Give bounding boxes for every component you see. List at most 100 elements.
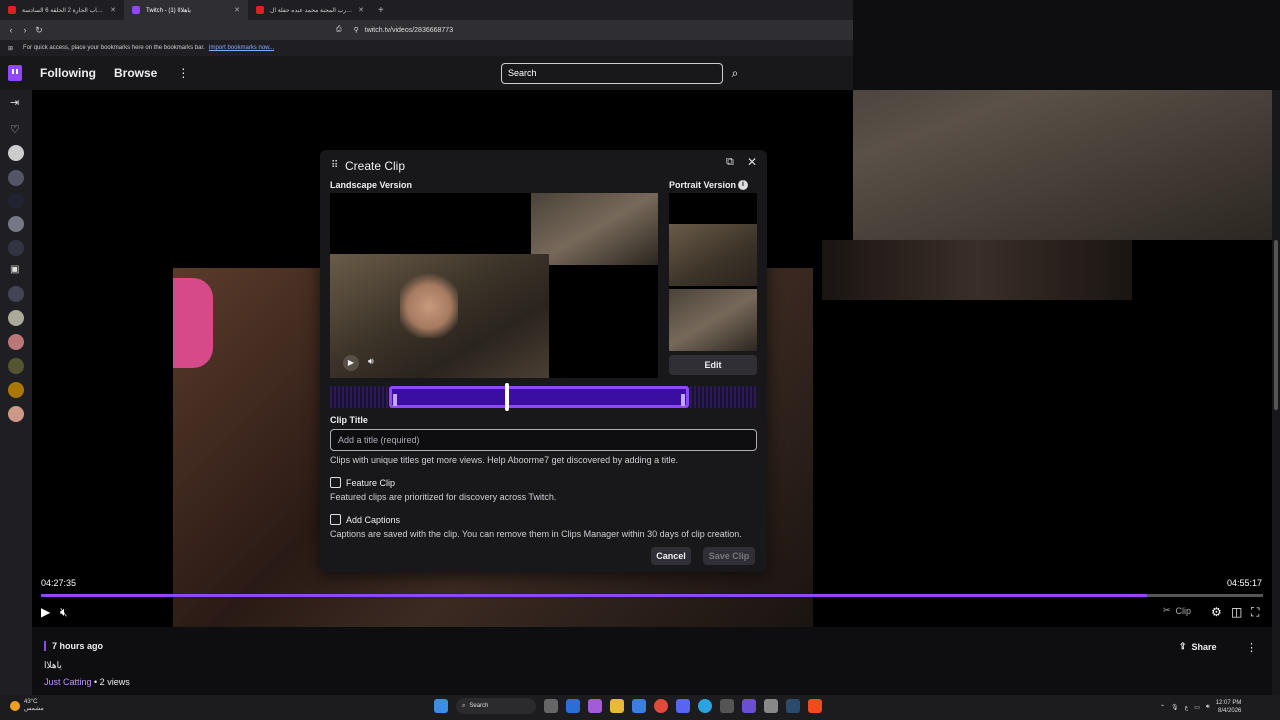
channel-avatar[interactable] [8,170,24,186]
add-captions-checkbox[interactable] [330,514,341,525]
search-input[interactable]: Search [501,63,723,84]
nav-following[interactable]: Following [40,66,96,80]
settings-gear-icon[interactable]: ⚙ [1211,605,1222,619]
mute-icon[interactable]: 🔇︎ [60,605,68,620]
windows-taskbar: 43°C مشمس ⌕ Search ⌃ 🎙︎ ع ▭ 🔊︎ 12:07 PM … [0,695,1280,720]
apps-grid-icon[interactable]: ⊞ [8,45,13,52]
steam-icon[interactable] [786,699,800,713]
create-clip-modal: ⠿ Create Clip ⧉ ✕ Landscape Version Port… [320,150,767,572]
feature-clip-row[interactable]: Feature Clip [330,477,395,488]
windows-start-icon[interactable] [434,699,448,713]
save-clip-button[interactable]: Save Clip [703,547,755,565]
twitch-logo-icon[interactable] [8,65,22,81]
clip-title-input[interactable] [330,429,757,451]
search-icon[interactable]: ⌕ [726,63,744,84]
task-view-icon[interactable] [544,699,558,713]
import-bookmarks-link[interactable]: Import bookmarks now... [209,45,274,51]
fullscreen-icon[interactable]: ⛶ [1251,605,1259,620]
clip-label: Clip [1175,605,1192,616]
page-scrollbar[interactable] [1272,90,1280,695]
app-icon[interactable] [764,699,778,713]
expand-sidebar-icon[interactable]: ⇥ [10,96,19,109]
volume-icon[interactable]: 🔊︎ [1206,704,1210,711]
channel-avatar[interactable] [8,382,24,398]
copilot-icon[interactable] [588,699,602,713]
clip-button[interactable]: ✂ Clip [1163,605,1191,616]
mic-icon[interactable]: 🎙︎ [1171,704,1179,711]
more-options-icon[interactable]: ⋮ [1246,641,1257,654]
site-info-icon[interactable]: ⚲ [354,26,359,34]
address-bar[interactable]: ⎙ ⚲ twitch.tv/videos/2836668773 [336,26,453,34]
theatre-mode-icon[interactable]: ◫ [1231,605,1242,619]
channel-avatar[interactable] [8,145,24,161]
reload-icon[interactable]: ↻ [32,25,46,36]
clip-selection-range[interactable] [389,386,689,408]
file-explorer-icon[interactable] [610,699,624,713]
chevron-up-icon[interactable]: ⌃ [1160,704,1165,711]
popout-icon[interactable]: ⧉ [726,156,734,169]
clip-timeline[interactable] [330,383,757,411]
heart-icon[interactable]: ♡ [10,123,20,136]
edit-portrait-button[interactable]: Edit [669,355,757,375]
add-captions-row[interactable]: Add Captions [330,514,400,525]
browser-tab-title: Twitch - (1) ياهلااا [146,7,191,14]
app-icon[interactable] [742,699,756,713]
weather-widget[interactable]: 43°C مشمس [10,699,44,713]
back-icon[interactable]: ‹ [4,25,18,35]
channel-avatar[interactable] [8,406,24,422]
category-link[interactable]: Just Catting [44,677,92,687]
browser-tab-2[interactable]: Twitch - (1) ياهلااا ✕ [124,0,248,20]
preview-volume-icon[interactable]: 🔊︎ [368,356,374,367]
channel-avatar[interactable] [8,286,24,302]
browser-tab-1[interactable]: مسلسل باب الحارة 2 الحلقة 6 السادسة ✕ [0,0,124,20]
url-text: twitch.tv/videos/2836668773 [364,26,454,34]
telegram-icon[interactable] [698,699,712,713]
scrollbar-thumb[interactable] [1274,240,1278,410]
channel-avatar[interactable] [8,358,24,374]
timeline-playhead[interactable] [505,383,509,411]
system-tray: ⌃ 🎙︎ ع ▭ 🔊︎ 12:07 PM 8/4/2026 [1160,699,1241,715]
share-button[interactable]: ⇪ Share [1179,641,1217,652]
seek-bar[interactable] [41,594,1263,597]
forward-icon[interactable]: › [18,25,32,35]
chrome-icon[interactable] [654,699,668,713]
channel-avatar[interactable] [8,310,24,326]
close-tab-icon[interactable]: ✕ [234,6,240,14]
more-menu-icon[interactable]: ⋮ [177,66,189,80]
clip-icon: ✂ [1163,605,1171,615]
nav-browse[interactable]: Browse [114,66,157,80]
new-tab-button[interactable]: + [378,5,384,16]
channel-avatar[interactable] [8,334,24,350]
discord-icon[interactable] [676,699,690,713]
feature-clip-label: Feature Clip [346,477,396,488]
landscape-preview[interactable]: ▶ 🔊︎ [330,193,658,378]
channel-avatar[interactable] [8,240,24,256]
video-camera-icon[interactable]: ▣ [10,264,19,275]
channel-avatar[interactable] [8,216,24,232]
app-icon[interactable] [566,699,580,713]
channel-avatar[interactable] [8,193,24,209]
close-icon[interactable]: ✕ [747,155,757,169]
language-indicator[interactable]: ع [1185,704,1189,711]
preview-play-icon[interactable]: ▶ [343,355,359,371]
bookmark-icon[interactable]: ⎙ [336,26,342,34]
drag-handle-icon[interactable]: ⠿ [331,160,338,171]
brave-icon[interactable] [808,699,822,713]
feature-clip-checkbox[interactable] [330,477,341,488]
landscape-label: Landscape Version [330,180,413,190]
store-icon[interactable] [632,699,646,713]
browser-tab-3[interactable]: ويلك ي درب المحبة محمد عبده حفلة ال ✕ [248,0,372,20]
video-scene-detail [822,240,1132,300]
portrait-webcam [669,289,757,351]
close-tab-icon[interactable]: ✕ [358,6,364,14]
range-end-handle[interactable] [681,394,685,406]
network-icon[interactable]: ▭ [1194,704,1200,711]
range-start-handle[interactable] [393,394,397,406]
close-tab-icon[interactable]: ✕ [110,6,116,14]
app-icon[interactable] [720,699,734,713]
taskbar-clock[interactable]: 12:07 PM 8/4/2026 [1216,699,1242,715]
play-icon[interactable]: ▶ [41,605,50,619]
info-icon[interactable]: i [738,180,748,190]
taskbar-search[interactable]: ⌕ Search [456,698,536,714]
cancel-button[interactable]: Cancel [651,547,691,565]
